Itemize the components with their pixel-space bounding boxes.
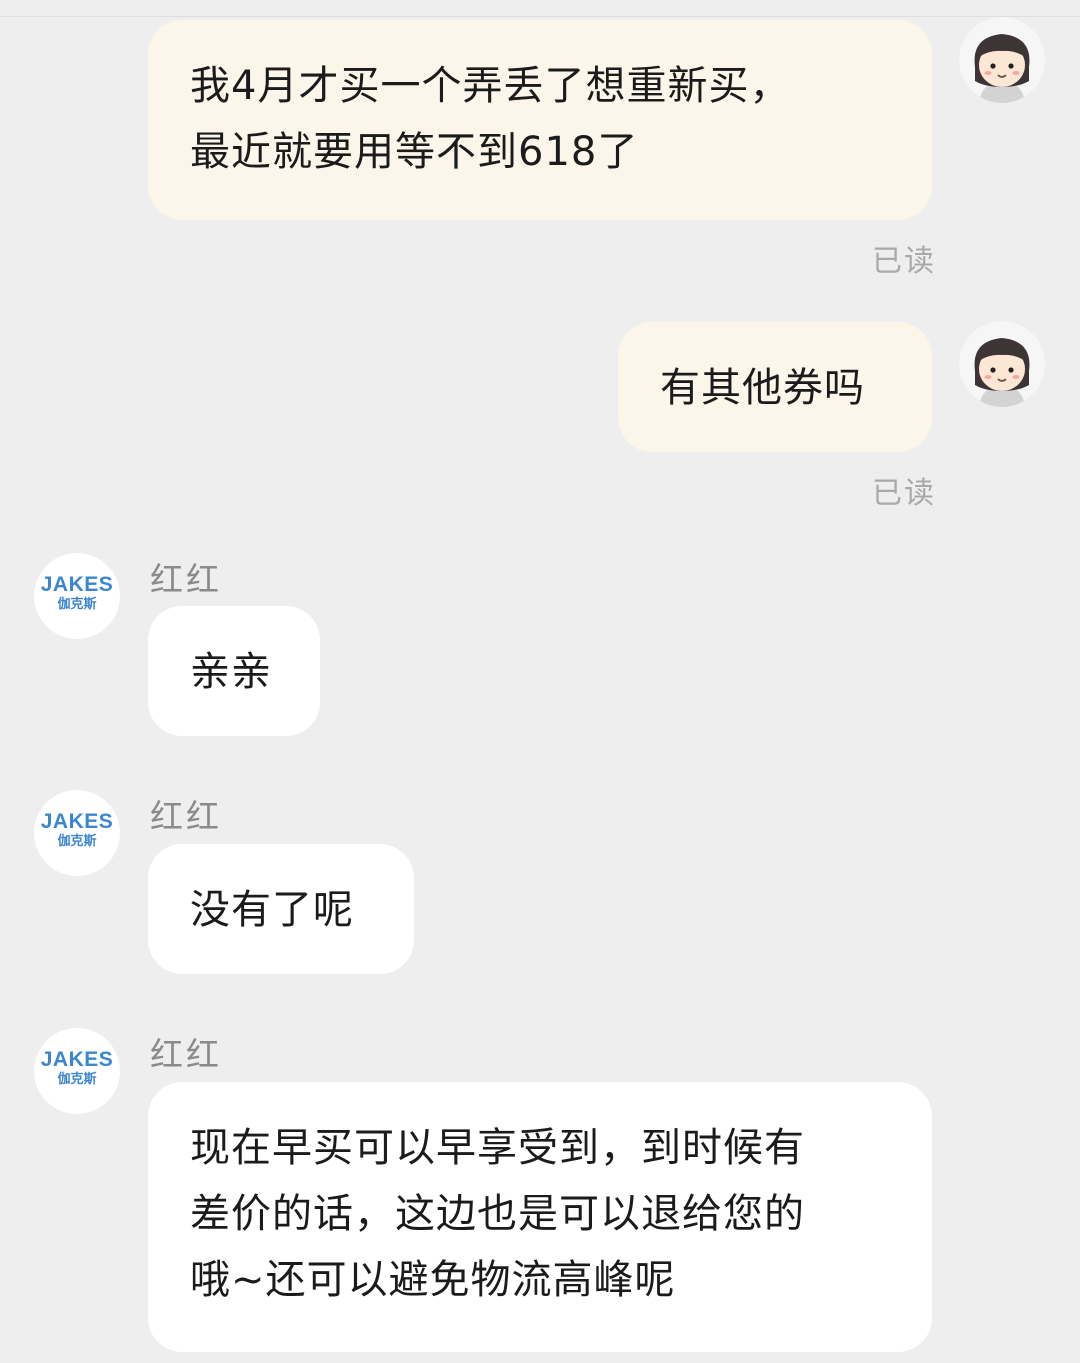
brand-logo-subtext: 伽克斯 bbox=[57, 1072, 97, 1087]
sender-name: 红红 bbox=[150, 797, 222, 836]
sender-name: 红红 bbox=[150, 560, 222, 599]
message-text-line: 有其他券吗 bbox=[660, 365, 865, 411]
message-text-line: 哦~还可以避免物流高峰呢 bbox=[190, 1257, 676, 1303]
message-text-line: 差价的话，这边也是可以退给您的 bbox=[190, 1191, 805, 1237]
user-avatar[interactable] bbox=[959, 17, 1045, 103]
message-text-line: 没有了呢 bbox=[190, 887, 354, 933]
message-bubble-outgoing[interactable]: 我4月才买一个弄丢了想重新买， 最近就要用等不到618了 bbox=[148, 20, 932, 220]
message-text-line: 我4月才买一个弄丢了想重新买， bbox=[190, 63, 791, 109]
message-text-line: 最近就要用等不到618了 bbox=[190, 129, 639, 175]
shop-avatar[interactable]: JAKES 伽克斯 bbox=[34, 553, 120, 639]
sender-name: 红红 bbox=[150, 1035, 222, 1074]
shop-avatar[interactable]: JAKES 伽克斯 bbox=[34, 1028, 120, 1114]
brand-logo-subtext: 伽克斯 bbox=[57, 597, 97, 612]
read-status: 已读 bbox=[872, 476, 936, 511]
message-bubble-incoming[interactable]: 现在早买可以早享受到，到时候有 差价的话，这边也是可以退给您的 哦~还可以避免物… bbox=[148, 1082, 932, 1352]
message-bubble-incoming[interactable]: 亲亲 bbox=[148, 606, 320, 736]
brand-logo-text: JAKES bbox=[40, 810, 114, 833]
top-divider bbox=[0, 16, 1080, 17]
brand-logo-subtext: 伽克斯 bbox=[57, 834, 97, 849]
shop-avatar[interactable]: JAKES 伽克斯 bbox=[34, 790, 120, 876]
brand-logo-text: JAKES bbox=[40, 1048, 114, 1071]
message-bubble-outgoing[interactable]: 有其他券吗 bbox=[618, 322, 932, 452]
cartoon-girl-avatar-icon bbox=[974, 338, 1030, 407]
message-text-line: 现在早买可以早享受到，到时候有 bbox=[190, 1125, 805, 1171]
message-text-line: 亲亲 bbox=[190, 649, 272, 695]
brand-logo-text: JAKES bbox=[40, 573, 114, 596]
message-bubble-incoming[interactable]: 没有了呢 bbox=[148, 844, 414, 974]
user-avatar[interactable] bbox=[959, 321, 1045, 407]
read-status: 已读 bbox=[872, 244, 936, 279]
cartoon-girl-avatar-icon bbox=[974, 34, 1030, 103]
